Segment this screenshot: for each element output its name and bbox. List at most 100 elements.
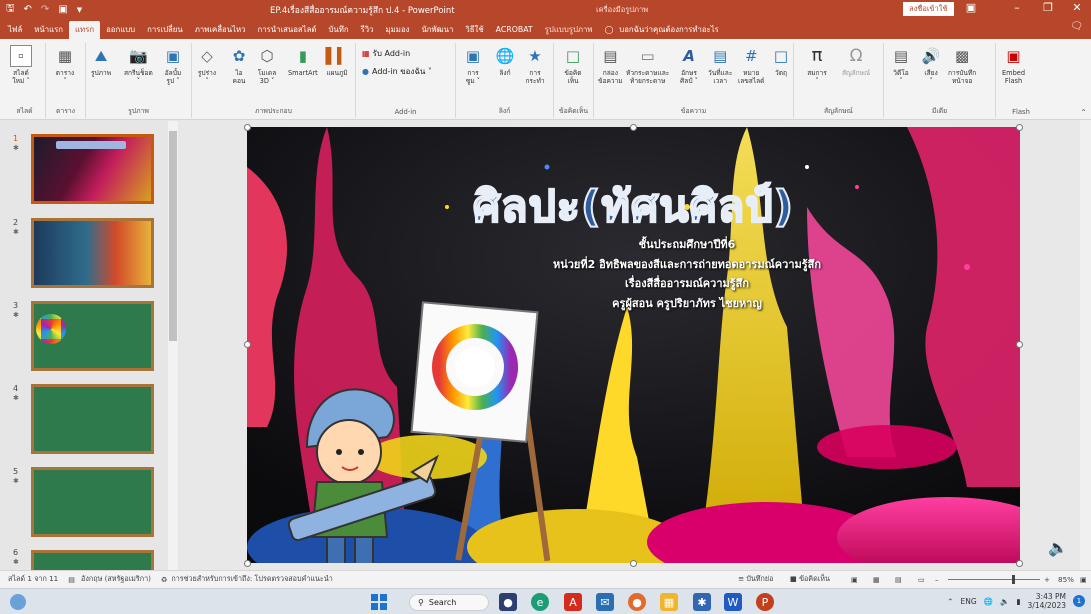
object-button[interactable]: □ วัตถุ [770, 45, 792, 78]
equation-button[interactable]: π สมการ ˅ [806, 45, 828, 86]
table-button[interactable]: ▦ ตาราง ˅ [54, 45, 76, 86]
collapse-ribbon-icon[interactable]: ⌃ [1080, 108, 1087, 117]
screenshot-button[interactable]: 📷 สกรีนช็อต ˅ [124, 45, 153, 86]
accessibility-status[interactable]: การช่วยสำหรับการเข้าถึง: โปรดตรวจสอบคำแน… [171, 574, 332, 585]
tab-home[interactable]: หน้าแรก [28, 21, 69, 39]
battery-icon[interactable]: ▮ [1016, 597, 1020, 606]
zoom-out-icon[interactable]: – [935, 575, 939, 584]
fit-slide-icon[interactable]: ▣ [1080, 575, 1087, 584]
get-addins-button[interactable]: ▦ รับ Add-in [362, 47, 410, 60]
language-indicator[interactable]: อังกฤษ (สหรัฐอเมริกา) [81, 574, 151, 585]
chevron-up-icon[interactable]: ⌃ [947, 597, 953, 606]
resize-handle[interactable] [244, 124, 251, 131]
spelling-icon[interactable]: ▤ [68, 575, 75, 584]
resize-handle[interactable] [1016, 341, 1023, 348]
app-icon[interactable]: ✱ [693, 593, 711, 611]
comments-status-button[interactable]: ■ ข้อคิดเห็น [790, 574, 830, 585]
normal-view-icon[interactable]: ▣ [851, 575, 858, 584]
slide-number-button[interactable]: # หมาย เลขสไลด์ [738, 45, 764, 86]
tab-insert[interactable]: แทรก [69, 21, 101, 39]
tab-record[interactable]: บันทึก [322, 21, 354, 39]
tab-slideshow[interactable]: การนำเสนอสไลด์ [251, 21, 322, 39]
close-icon[interactable]: ✕ [1066, 1, 1088, 17]
header-footer-button[interactable]: ▭ หัวกระดาษและ ท้ายกระดาษ [626, 45, 669, 86]
thumbnail-scrollbar[interactable] [168, 121, 178, 570]
wordart-button[interactable]: A อักษร ศิลป์ ˅ [678, 45, 700, 86]
mail-icon[interactable]: ✉ [596, 593, 614, 611]
tab-file[interactable]: ไฟล์ [2, 21, 28, 39]
resize-handle[interactable] [630, 560, 637, 567]
resize-handle[interactable] [244, 341, 251, 348]
audio-speaker-icon[interactable]: 🔈 [1048, 538, 1068, 557]
slide-thumbnail[interactable] [31, 134, 154, 204]
3d-models-button[interactable]: ⬡ โมเดล 3D ˅ [256, 45, 278, 86]
redo-icon[interactable]: ↷ [41, 4, 49, 15]
tab-design[interactable]: ออกแบบ [100, 21, 141, 39]
taskbar-search[interactable]: ⚲ Search [409, 594, 489, 611]
shapes-button[interactable]: ◇ รูปร่าง ˅ [196, 45, 218, 86]
action-button[interactable]: ★ การ กระทำ [524, 45, 546, 86]
boy-painter-illustration[interactable] [287, 267, 617, 563]
slide-thumbnail[interactable] [31, 467, 154, 537]
accessibility-icon[interactable]: ♻ [161, 575, 167, 584]
tab-acrobat[interactable]: ACROBAT [490, 21, 539, 39]
volume-icon[interactable]: 🔈 [1000, 597, 1009, 606]
video-button[interactable]: ▤ วิดีโอ ˅ [890, 45, 912, 86]
acrobat-icon[interactable]: A [564, 593, 582, 611]
resize-handle[interactable] [630, 124, 637, 131]
comments-icon[interactable]: 🗨 [1070, 21, 1083, 32]
reading-view-icon[interactable]: ▤ [895, 575, 902, 584]
save-icon[interactable]: 🖫 [6, 1, 15, 18]
notes-button[interactable]: ≡ บันทึกย่อ [738, 574, 773, 585]
minimize-icon[interactable]: – [1006, 1, 1028, 17]
slide-thumbnail[interactable] [31, 384, 154, 454]
tab-review[interactable]: รีวิว [355, 21, 380, 39]
new-slide-button[interactable]: ▫ สไลด์ ใหม่ ˅ [10, 45, 32, 85]
notification-icon[interactable]: 1 [1073, 595, 1085, 607]
resize-handle[interactable] [1016, 560, 1023, 567]
date-time-button[interactable]: ▤ วันที่และ เวลา [708, 45, 732, 86]
pictures-button[interactable]: ⛰ รูปภาพ [90, 45, 112, 78]
link-button[interactable]: 🌐 ลิงก์ [494, 45, 516, 78]
tab-picture-format[interactable]: รูปแบบรูปภาพ [539, 21, 599, 39]
slideshow-icon[interactable]: ▭ [918, 575, 925, 584]
zoom-level[interactable]: 85% [1058, 575, 1074, 584]
resize-handle[interactable] [244, 560, 251, 567]
photo-album-button[interactable]: ▣ อัลบั้ม รูป ˅ [162, 45, 184, 86]
tab-animations[interactable]: ภาพเคลื่อนไหว [189, 21, 252, 39]
slide-thumbnail[interactable] [31, 218, 154, 288]
scrollbar-thumb[interactable] [169, 131, 177, 341]
start-from-beginning-icon[interactable]: ▣ [58, 4, 67, 15]
textbox-button[interactable]: ▤ กล่อง ข้อความ [598, 45, 623, 86]
tab-developer[interactable]: นักพัฒนา [415, 21, 459, 39]
file-explorer-icon[interactable]: ▦ [660, 593, 678, 611]
tab-view[interactable]: มุมมอง [380, 21, 416, 39]
new-comment-button[interactable]: □ ข้อคิด เห็น [562, 45, 584, 86]
clock[interactable]: 3:43 PM 3/14/2023 [1028, 592, 1066, 610]
tell-me-search[interactable]: บอกฉันว่าคุณต้องการทำอะไร [619, 21, 719, 39]
sign-in-button[interactable]: ลงชื่อเข้าใช้ [903, 2, 954, 16]
tab-help[interactable]: วิธีใช้ [459, 21, 489, 39]
windows-start-icon[interactable] [371, 594, 387, 610]
customize-qat-icon[interactable]: ▼ [77, 6, 82, 14]
slide-title[interactable]: ศิลปะ(ทัศนศิลป์) [247, 172, 1020, 240]
slide-thumbnail[interactable] [31, 550, 154, 570]
zoom-in-icon[interactable]: + [1044, 575, 1050, 584]
editor-scrollbar[interactable] [1080, 120, 1091, 570]
restore-icon[interactable]: ❐ [1037, 1, 1059, 17]
icons-button[interactable]: ✿ ไอ คอน [228, 45, 250, 86]
zoom-slider-thumb[interactable] [1012, 575, 1015, 584]
symbol-button[interactable]: Ω สัญลักษณ์ [842, 45, 870, 78]
current-slide[interactable]: ศิลปะ(ทัศนศิลป์) ชั้นประถมศึกษาปีที่6 หน… [247, 127, 1020, 563]
chart-button[interactable]: ▌▍ แผนภูมิ [325, 45, 348, 78]
audio-button[interactable]: 🔊 เสียง ˅ [920, 45, 942, 86]
undo-icon[interactable]: ↶ [24, 4, 32, 15]
word-icon[interactable]: W [724, 593, 742, 611]
teams-chat-icon[interactable]: ● [499, 593, 517, 611]
chrome-icon[interactable]: ● [628, 593, 646, 611]
weather-icon[interactable] [10, 594, 26, 610]
network-icon[interactable]: 🌐 [984, 597, 993, 606]
slide-sorter-icon[interactable]: ▦ [873, 575, 880, 584]
zoom-button[interactable]: ▣ การ ซูม ˅ [462, 45, 484, 86]
slide-thumbnail[interactable] [31, 301, 154, 371]
